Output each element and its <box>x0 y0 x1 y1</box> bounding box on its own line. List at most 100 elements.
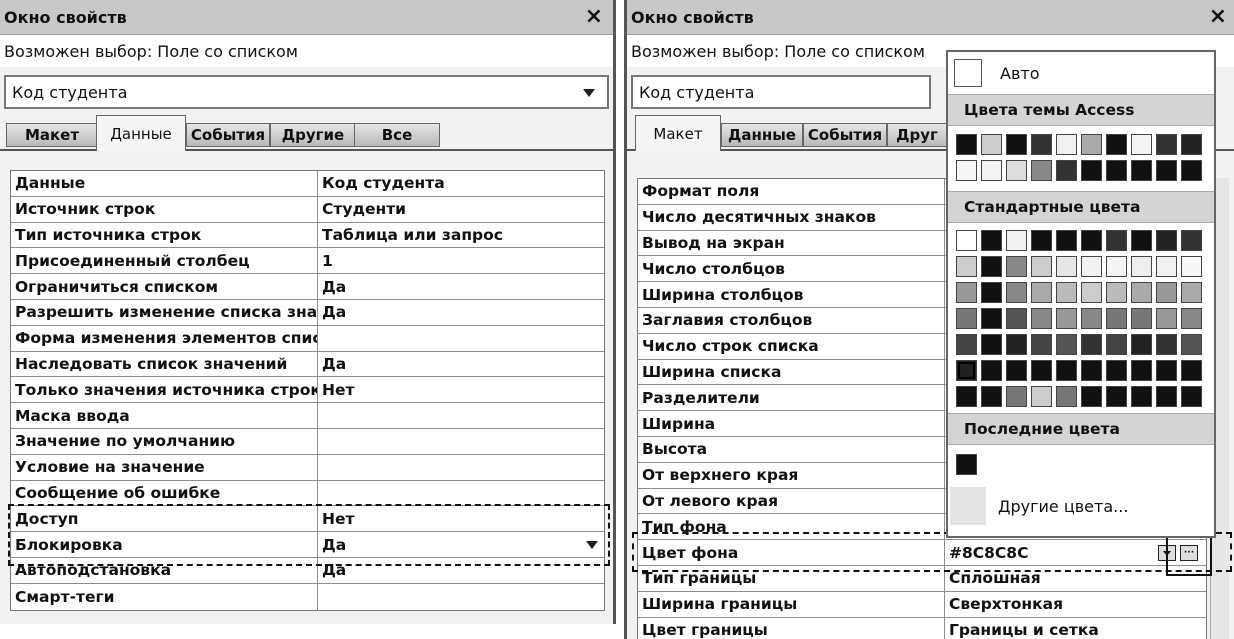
color-swatch[interactable] <box>1131 133 1152 155</box>
color-swatch[interactable] <box>1081 281 1102 303</box>
color-swatch[interactable] <box>1056 333 1077 355</box>
chevron-down-icon[interactable] <box>583 89 595 97</box>
color-swatch[interactable] <box>1081 359 1102 381</box>
color-swatch[interactable] <box>1056 133 1077 155</box>
tab-other[interactable]: Друг <box>887 123 947 147</box>
property-row[interactable]: Ширина границы Сверхтонкая <box>638 591 1206 618</box>
color-swatch[interactable] <box>1181 159 1202 181</box>
color-swatch[interactable] <box>1006 281 1027 303</box>
color-swatch[interactable] <box>1181 133 1202 155</box>
color-swatch[interactable] <box>1056 281 1077 303</box>
property-row[interactable]: Маска ввода <box>11 403 604 429</box>
property-row[interactable]: Цвет фона #8C8C8C ··· <box>638 540 1206 566</box>
color-swatch[interactable] <box>981 255 1002 277</box>
color-swatch[interactable] <box>1131 159 1152 181</box>
color-swatch[interactable] <box>1031 229 1052 251</box>
color-swatch[interactable] <box>1131 385 1152 407</box>
color-swatch[interactable] <box>1031 133 1052 155</box>
tab-all[interactable]: Все <box>354 123 440 147</box>
color-swatch[interactable] <box>1031 255 1052 277</box>
property-value[interactable]: Границы и сетка <box>945 618 1206 639</box>
color-swatch[interactable] <box>981 281 1002 303</box>
color-swatch[interactable] <box>1056 255 1077 277</box>
color-swatch[interactable] <box>1106 255 1127 277</box>
color-swatch[interactable] <box>1006 133 1027 155</box>
color-swatch[interactable] <box>1031 359 1052 381</box>
property-value[interactable] <box>318 584 604 610</box>
property-row[interactable]: Разрешить изменение списка значе Да <box>11 299 604 326</box>
color-swatch[interactable] <box>956 453 977 475</box>
color-swatch[interactable] <box>1156 307 1177 329</box>
property-row[interactable]: Данные Код студента <box>11 171 604 197</box>
color-swatch[interactable] <box>1131 307 1152 329</box>
color-swatch[interactable] <box>981 359 1002 381</box>
color-swatch[interactable] <box>1181 229 1202 251</box>
tab-events[interactable]: События <box>803 123 887 147</box>
property-row[interactable]: Присоединенный столбец 1 <box>11 248 604 275</box>
color-swatch[interactable] <box>1131 255 1152 277</box>
color-swatch[interactable] <box>1131 281 1152 303</box>
color-swatch[interactable] <box>956 307 977 329</box>
color-swatch[interactable] <box>1131 333 1152 355</box>
color-swatch[interactable] <box>1056 385 1077 407</box>
color-swatch[interactable] <box>1081 307 1102 329</box>
color-swatch[interactable] <box>956 281 977 303</box>
color-swatch[interactable] <box>981 307 1002 329</box>
color-swatch[interactable] <box>956 159 977 181</box>
color-swatch[interactable] <box>1106 229 1127 251</box>
color-swatch[interactable] <box>1081 385 1102 407</box>
property-row[interactable]: Сообщение об ошибке <box>11 480 604 507</box>
color-swatch[interactable] <box>1081 255 1102 277</box>
color-swatch[interactable] <box>1006 359 1027 381</box>
property-value[interactable]: Студенти <box>318 197 604 222</box>
property-row[interactable]: Доступ Нет <box>11 506 604 533</box>
property-value[interactable]: Да <box>318 300 604 325</box>
color-swatch[interactable] <box>1181 385 1202 407</box>
property-row[interactable]: Значение по умолчанию <box>11 428 604 455</box>
close-icon[interactable]: × <box>585 6 603 28</box>
color-swatch[interactable] <box>1181 307 1202 329</box>
property-value[interactable] <box>318 326 604 351</box>
color-swatch[interactable] <box>1031 159 1052 181</box>
color-swatch[interactable] <box>1081 159 1102 181</box>
color-swatch[interactable] <box>1006 229 1027 251</box>
color-swatch[interactable] <box>1131 229 1152 251</box>
property-row[interactable]: Цвет границы Границы и сетка <box>638 617 1206 639</box>
color-swatch[interactable] <box>1106 159 1127 181</box>
property-value[interactable] <box>318 481 604 506</box>
color-swatch[interactable] <box>1106 385 1127 407</box>
color-swatch[interactable] <box>1006 159 1027 181</box>
property-row[interactable]: Источник строк Студенти <box>11 196 604 223</box>
property-row[interactable]: Только значения источника строк Нет <box>11 377 604 404</box>
property-row[interactable]: Наследовать список значений Да <box>11 351 604 378</box>
color-swatch[interactable] <box>1156 159 1177 181</box>
close-icon[interactable]: × <box>1209 6 1227 28</box>
color-swatch[interactable] <box>1006 333 1027 355</box>
tab-data[interactable]: Данные <box>96 115 186 151</box>
property-row[interactable]: Условие на значение <box>11 454 604 481</box>
property-value[interactable]: Да <box>318 532 604 557</box>
property-value[interactable]: Да <box>318 274 604 299</box>
color-swatch[interactable] <box>981 133 1002 155</box>
color-swatch[interactable] <box>1106 133 1127 155</box>
property-row[interactable]: Блокировка Да <box>11 532 604 558</box>
color-swatch[interactable] <box>1106 281 1127 303</box>
color-swatch[interactable] <box>981 333 1002 355</box>
color-swatch[interactable] <box>1006 385 1027 407</box>
color-swatch[interactable] <box>1056 307 1077 329</box>
property-value[interactable]: Да <box>318 352 604 377</box>
color-swatch[interactable] <box>1181 255 1202 277</box>
tab-other[interactable]: Другие <box>270 123 356 147</box>
color-swatch[interactable] <box>1106 307 1127 329</box>
property-value[interactable]: Нет <box>318 506 604 531</box>
color-swatch[interactable] <box>1156 133 1177 155</box>
tab-layout[interactable]: Макет <box>635 115 721 151</box>
property-value[interactable]: Нет <box>318 377 604 402</box>
color-swatch[interactable] <box>1131 359 1152 381</box>
color-swatch[interactable] <box>1006 307 1027 329</box>
more-colors-option[interactable]: Другие цвета... <box>948 483 1214 529</box>
property-row[interactable]: Ограничиться списком Да <box>11 274 604 300</box>
color-swatch[interactable] <box>1181 281 1202 303</box>
tab-layout[interactable]: Макет <box>6 123 98 147</box>
property-row[interactable]: Смарт-теги <box>11 583 604 610</box>
